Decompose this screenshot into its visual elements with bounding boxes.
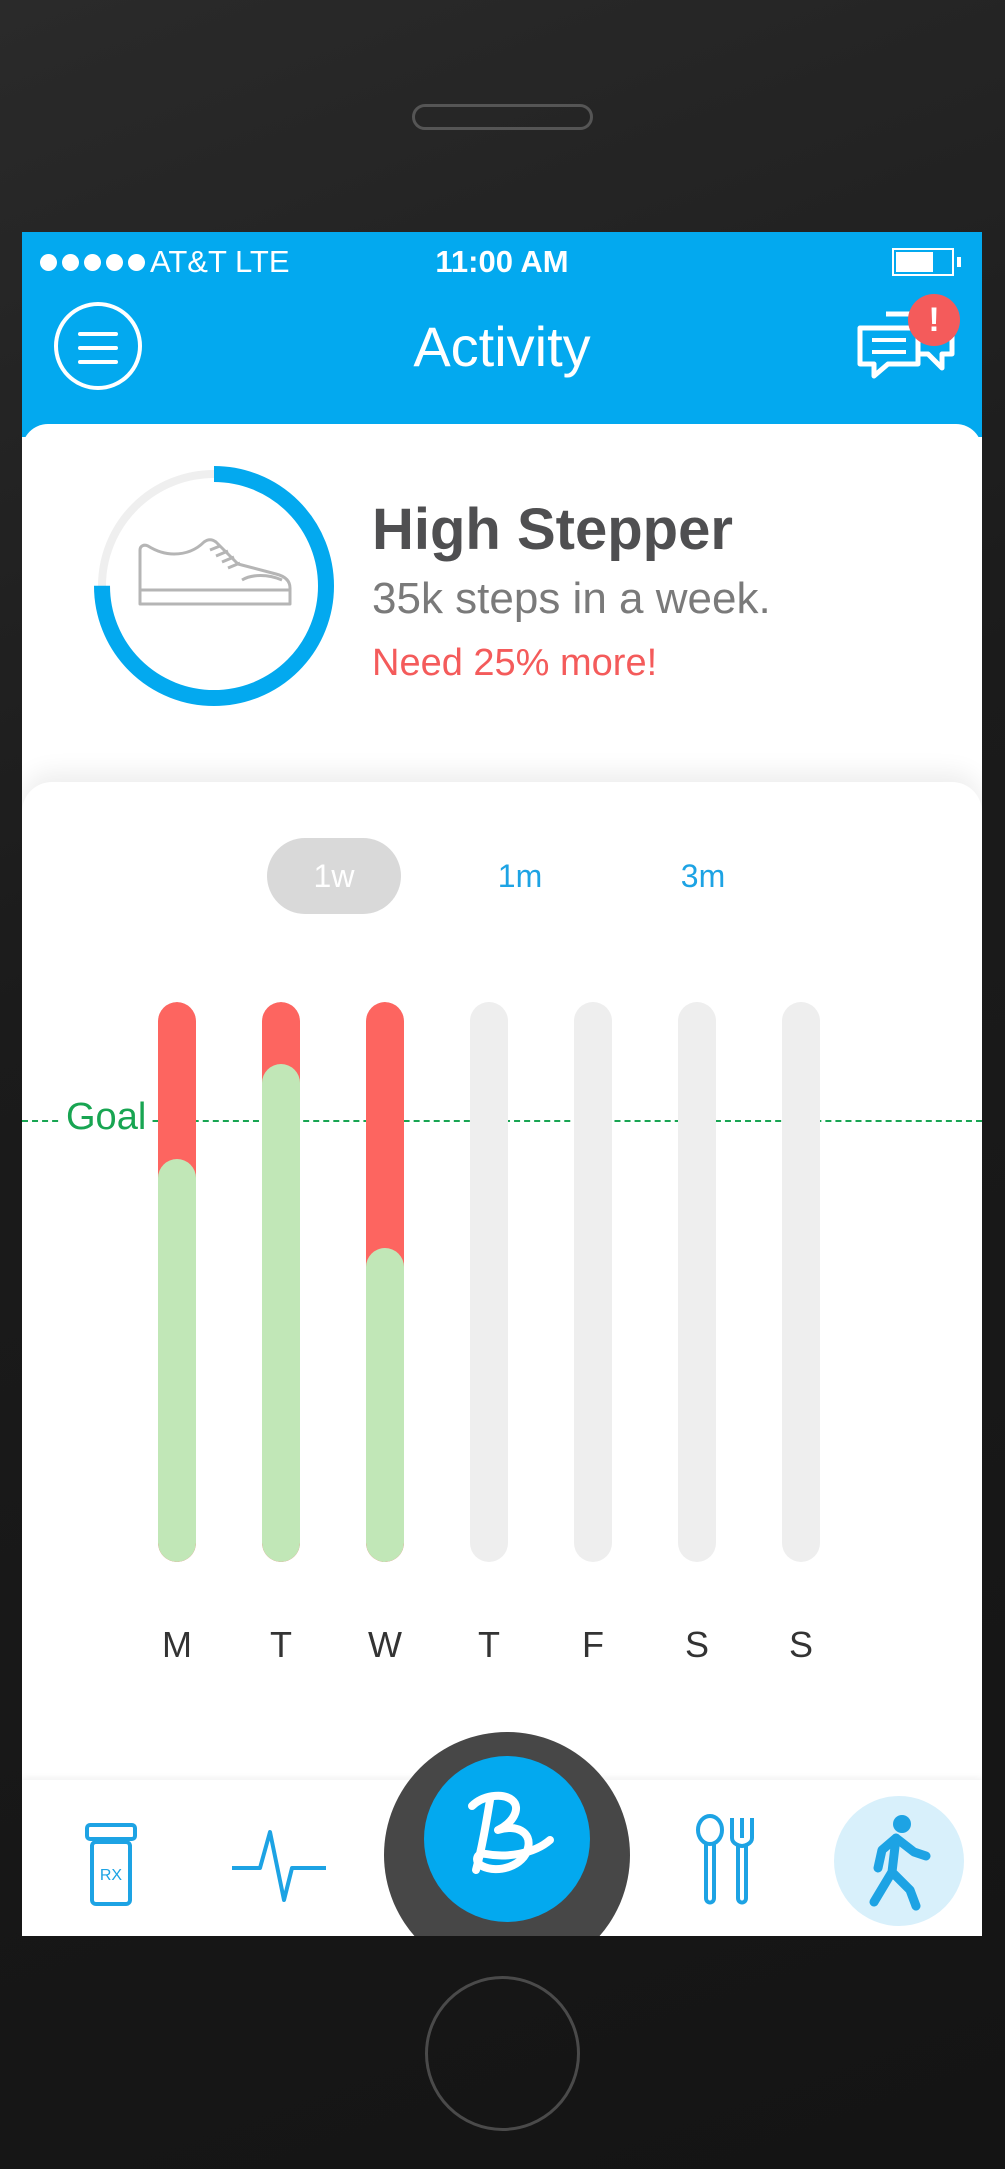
day-label: T bbox=[270, 1624, 292, 1665]
day-bar bbox=[470, 1002, 508, 1562]
day-bar bbox=[678, 1002, 716, 1562]
day-bar bbox=[158, 1002, 196, 1562]
status-time: 11:00 AM bbox=[435, 244, 569, 279]
spoon-fork-icon[interactable] bbox=[694, 1814, 758, 1908]
day-bar bbox=[262, 1002, 300, 1562]
phone-home-button[interactable] bbox=[425, 1976, 580, 2131]
range-tab-3m[interactable]: 3m bbox=[636, 838, 770, 914]
phone-speaker bbox=[412, 104, 593, 130]
rx-bottle-icon[interactable]: RX bbox=[84, 1822, 138, 1908]
day-label: S bbox=[788, 1624, 813, 1665]
range-tab-1m[interactable]: 1m bbox=[453, 838, 587, 914]
day-bar bbox=[366, 1002, 404, 1562]
day-bar bbox=[782, 1002, 820, 1562]
battery-icon bbox=[892, 248, 954, 276]
home-center-button[interactable] bbox=[424, 1756, 590, 1922]
range-tab-1w[interactable]: 1w bbox=[267, 838, 401, 914]
app-header: AT&T LTE 11:00 AM Activity ! bbox=[22, 232, 982, 437]
heartbeat-icon[interactable] bbox=[230, 1826, 328, 1906]
bar-achieved-segment bbox=[262, 1063, 300, 1562]
day-label: T bbox=[478, 1624, 500, 1665]
status-bar: AT&T LTE 11:00 AM bbox=[22, 232, 982, 294]
page-title: Activity bbox=[413, 315, 591, 378]
achievement-note: Need 25% more! bbox=[372, 642, 658, 684]
bar-achieved-segment bbox=[366, 1248, 404, 1562]
day-label: F bbox=[582, 1624, 604, 1665]
day-label: S bbox=[684, 1624, 709, 1665]
notification-badge[interactable]: ! bbox=[908, 294, 960, 346]
rx-label: RX bbox=[100, 1867, 123, 1884]
phone-screen: AT&T LTE 11:00 AM Activity ! High Steppe… bbox=[22, 232, 982, 1936]
achievement-title: High Stepper bbox=[372, 497, 733, 562]
activity-tab-button[interactable] bbox=[834, 1796, 964, 1926]
achievement-description: 35k steps in a week. bbox=[372, 574, 771, 623]
bar-achieved-segment bbox=[158, 1158, 196, 1562]
b-logo-icon bbox=[468, 1791, 554, 1874]
walking-person-icon bbox=[869, 1815, 931, 1911]
shoe-icon bbox=[138, 538, 292, 606]
day-bar bbox=[574, 1002, 612, 1562]
day-label: M bbox=[162, 1624, 192, 1665]
goal-label: Goal bbox=[62, 1095, 151, 1139]
battery-tip bbox=[957, 257, 961, 267]
day-label: W bbox=[368, 1624, 402, 1665]
achievement-card: High Stepper 35k steps in a week. Need 2… bbox=[22, 424, 982, 824]
